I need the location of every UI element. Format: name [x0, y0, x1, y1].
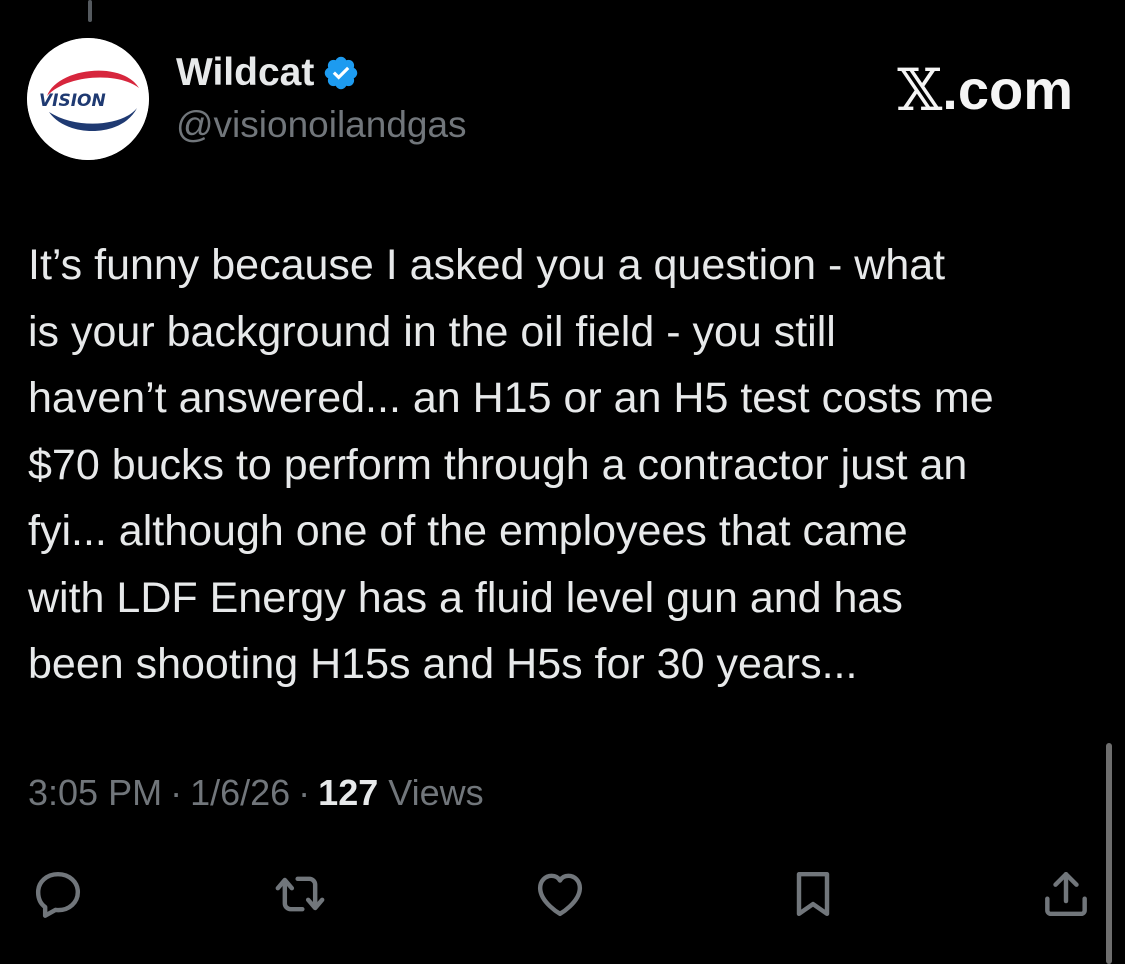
retweet-button[interactable]	[272, 866, 328, 922]
reply-button[interactable]	[30, 866, 86, 922]
x-com-watermark: 𝕏 .com	[897, 58, 1073, 122]
views-label: Views	[388, 772, 484, 813]
verified-badge-icon	[325, 56, 358, 90]
share-button[interactable]	[1038, 866, 1094, 922]
meta-separator: ·	[170, 772, 183, 813]
reply-icon	[35, 871, 81, 918]
share-icon	[1045, 871, 1087, 917]
thread-connector-line	[88, 0, 92, 22]
author-handle[interactable]: @visionoilandgas	[176, 103, 467, 147]
brand-suffix: .com	[942, 58, 1073, 121]
author-display-name[interactable]: Wildcat	[176, 50, 360, 96]
tweet-text: It’s funny because I asked you a questio…	[28, 241, 994, 688]
tweet-time[interactable]: 3:05 PM	[28, 770, 162, 816]
author-name-label: Wildcat	[176, 51, 315, 94]
retweet-icon	[275, 876, 325, 912]
tweet-actions-bar	[0, 866, 1125, 926]
scrollbar[interactable]	[1106, 743, 1112, 964]
tweet-date[interactable]: 1/6/26	[190, 770, 290, 816]
like-icon	[537, 873, 583, 917]
x-logo-icon: 𝕏	[897, 56, 943, 124]
bookmark-button[interactable]	[785, 866, 841, 922]
bookmark-icon	[796, 871, 830, 917]
avatar-logo-text: VISION	[39, 91, 106, 111]
avatar[interactable]: VISION	[27, 38, 149, 160]
tweet-meta: 3:05 PM · 1/6/26 · 127 Views	[28, 770, 484, 816]
meta-separator: ·	[298, 772, 311, 813]
views-count: 127	[318, 772, 379, 813]
like-button[interactable]	[532, 866, 588, 922]
